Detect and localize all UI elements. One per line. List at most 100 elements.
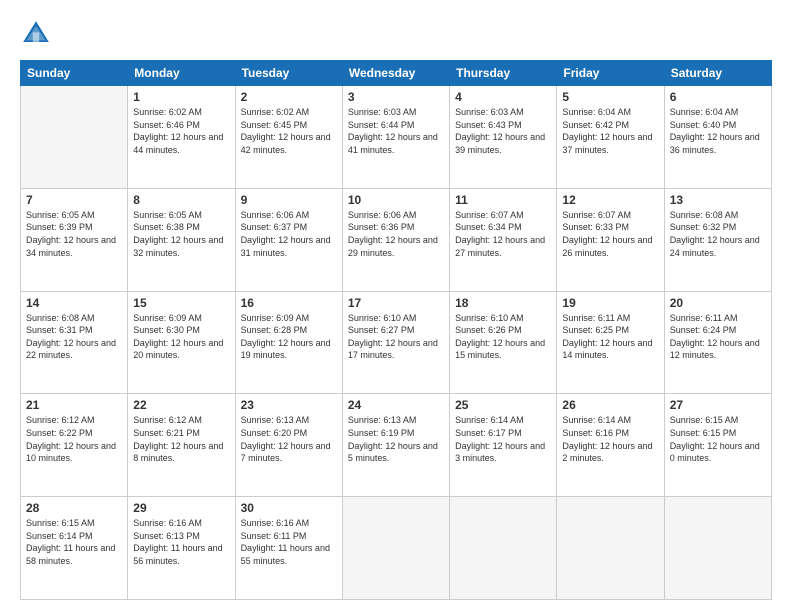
day-info: Sunrise: 6:03 AMSunset: 6:44 PMDaylight:… — [348, 107, 438, 155]
calendar-cell: 28 Sunrise: 6:15 AMSunset: 6:14 PMDaylig… — [21, 497, 128, 600]
day-info: Sunrise: 6:02 AMSunset: 6:46 PMDaylight:… — [133, 107, 223, 155]
calendar-cell: 27 Sunrise: 6:15 AMSunset: 6:15 PMDaylig… — [664, 394, 771, 497]
day-number: 24 — [348, 398, 444, 412]
day-number: 6 — [670, 90, 766, 104]
day-info: Sunrise: 6:10 AMSunset: 6:27 PMDaylight:… — [348, 313, 438, 361]
day-number: 9 — [241, 193, 337, 207]
calendar-cell — [664, 497, 771, 600]
day-info: Sunrise: 6:15 AMSunset: 6:15 PMDaylight:… — [670, 415, 760, 463]
day-number: 5 — [562, 90, 658, 104]
day-number: 12 — [562, 193, 658, 207]
calendar-cell: 8 Sunrise: 6:05 AMSunset: 6:38 PMDayligh… — [128, 188, 235, 291]
calendar-cell: 24 Sunrise: 6:13 AMSunset: 6:19 PMDaylig… — [342, 394, 449, 497]
day-info: Sunrise: 6:11 AMSunset: 6:25 PMDaylight:… — [562, 313, 652, 361]
day-info: Sunrise: 6:06 AMSunset: 6:36 PMDaylight:… — [348, 210, 438, 258]
weekday-header-saturday: Saturday — [664, 61, 771, 86]
day-info: Sunrise: 6:13 AMSunset: 6:20 PMDaylight:… — [241, 415, 331, 463]
day-number: 14 — [26, 296, 122, 310]
day-info: Sunrise: 6:05 AMSunset: 6:39 PMDaylight:… — [26, 210, 116, 258]
calendar-cell: 21 Sunrise: 6:12 AMSunset: 6:22 PMDaylig… — [21, 394, 128, 497]
calendar-week-4: 21 Sunrise: 6:12 AMSunset: 6:22 PMDaylig… — [21, 394, 772, 497]
day-info: Sunrise: 6:02 AMSunset: 6:45 PMDaylight:… — [241, 107, 331, 155]
calendar-week-2: 7 Sunrise: 6:05 AMSunset: 6:39 PMDayligh… — [21, 188, 772, 291]
calendar-cell: 22 Sunrise: 6:12 AMSunset: 6:21 PMDaylig… — [128, 394, 235, 497]
calendar-body: 1 Sunrise: 6:02 AMSunset: 6:46 PMDayligh… — [21, 86, 772, 600]
day-number: 8 — [133, 193, 229, 207]
calendar-cell: 13 Sunrise: 6:08 AMSunset: 6:32 PMDaylig… — [664, 188, 771, 291]
calendar-cell: 25 Sunrise: 6:14 AMSunset: 6:17 PMDaylig… — [450, 394, 557, 497]
day-info: Sunrise: 6:15 AMSunset: 6:14 PMDaylight:… — [26, 518, 115, 566]
day-number: 13 — [670, 193, 766, 207]
calendar-cell: 12 Sunrise: 6:07 AMSunset: 6:33 PMDaylig… — [557, 188, 664, 291]
calendar-cell: 11 Sunrise: 6:07 AMSunset: 6:34 PMDaylig… — [450, 188, 557, 291]
day-info: Sunrise: 6:03 AMSunset: 6:43 PMDaylight:… — [455, 107, 545, 155]
day-number: 30 — [241, 501, 337, 515]
calendar-week-1: 1 Sunrise: 6:02 AMSunset: 6:46 PMDayligh… — [21, 86, 772, 189]
calendar-week-3: 14 Sunrise: 6:08 AMSunset: 6:31 PMDaylig… — [21, 291, 772, 394]
weekday-header-tuesday: Tuesday — [235, 61, 342, 86]
day-number: 11 — [455, 193, 551, 207]
day-info: Sunrise: 6:04 AMSunset: 6:42 PMDaylight:… — [562, 107, 652, 155]
calendar-cell: 10 Sunrise: 6:06 AMSunset: 6:36 PMDaylig… — [342, 188, 449, 291]
day-info: Sunrise: 6:16 AMSunset: 6:11 PMDaylight:… — [241, 518, 330, 566]
day-number: 21 — [26, 398, 122, 412]
day-number: 16 — [241, 296, 337, 310]
day-info: Sunrise: 6:09 AMSunset: 6:28 PMDaylight:… — [241, 313, 331, 361]
day-number: 27 — [670, 398, 766, 412]
calendar-week-5: 28 Sunrise: 6:15 AMSunset: 6:14 PMDaylig… — [21, 497, 772, 600]
logo — [20, 18, 56, 50]
calendar-cell: 4 Sunrise: 6:03 AMSunset: 6:43 PMDayligh… — [450, 86, 557, 189]
day-info: Sunrise: 6:07 AMSunset: 6:34 PMDaylight:… — [455, 210, 545, 258]
day-number: 2 — [241, 90, 337, 104]
day-number: 18 — [455, 296, 551, 310]
calendar-table: SundayMondayTuesdayWednesdayThursdayFrid… — [20, 60, 772, 600]
day-info: Sunrise: 6:12 AMSunset: 6:21 PMDaylight:… — [133, 415, 223, 463]
day-info: Sunrise: 6:07 AMSunset: 6:33 PMDaylight:… — [562, 210, 652, 258]
day-number: 17 — [348, 296, 444, 310]
day-info: Sunrise: 6:04 AMSunset: 6:40 PMDaylight:… — [670, 107, 760, 155]
weekday-header-monday: Monday — [128, 61, 235, 86]
calendar-cell: 5 Sunrise: 6:04 AMSunset: 6:42 PMDayligh… — [557, 86, 664, 189]
day-number: 26 — [562, 398, 658, 412]
day-number: 10 — [348, 193, 444, 207]
calendar-cell: 30 Sunrise: 6:16 AMSunset: 6:11 PMDaylig… — [235, 497, 342, 600]
calendar-cell: 20 Sunrise: 6:11 AMSunset: 6:24 PMDaylig… — [664, 291, 771, 394]
day-number: 28 — [26, 501, 122, 515]
day-info: Sunrise: 6:06 AMSunset: 6:37 PMDaylight:… — [241, 210, 331, 258]
page: SundayMondayTuesdayWednesdayThursdayFrid… — [0, 0, 792, 612]
calendar-cell — [342, 497, 449, 600]
weekday-header-sunday: Sunday — [21, 61, 128, 86]
calendar-cell: 17 Sunrise: 6:10 AMSunset: 6:27 PMDaylig… — [342, 291, 449, 394]
calendar-cell: 26 Sunrise: 6:14 AMSunset: 6:16 PMDaylig… — [557, 394, 664, 497]
day-number: 1 — [133, 90, 229, 104]
day-info: Sunrise: 6:11 AMSunset: 6:24 PMDaylight:… — [670, 313, 760, 361]
calendar-cell: 14 Sunrise: 6:08 AMSunset: 6:31 PMDaylig… — [21, 291, 128, 394]
calendar-cell: 15 Sunrise: 6:09 AMSunset: 6:30 PMDaylig… — [128, 291, 235, 394]
header — [20, 18, 772, 50]
weekday-row: SundayMondayTuesdayWednesdayThursdayFrid… — [21, 61, 772, 86]
day-number: 20 — [670, 296, 766, 310]
day-info: Sunrise: 6:10 AMSunset: 6:26 PMDaylight:… — [455, 313, 545, 361]
calendar-cell: 3 Sunrise: 6:03 AMSunset: 6:44 PMDayligh… — [342, 86, 449, 189]
day-info: Sunrise: 6:13 AMSunset: 6:19 PMDaylight:… — [348, 415, 438, 463]
calendar-cell: 29 Sunrise: 6:16 AMSunset: 6:13 PMDaylig… — [128, 497, 235, 600]
calendar-cell — [450, 497, 557, 600]
calendar-cell — [21, 86, 128, 189]
day-info: Sunrise: 6:08 AMSunset: 6:31 PMDaylight:… — [26, 313, 116, 361]
weekday-header-wednesday: Wednesday — [342, 61, 449, 86]
calendar-cell: 16 Sunrise: 6:09 AMSunset: 6:28 PMDaylig… — [235, 291, 342, 394]
calendar-cell: 19 Sunrise: 6:11 AMSunset: 6:25 PMDaylig… — [557, 291, 664, 394]
day-number: 19 — [562, 296, 658, 310]
weekday-header-thursday: Thursday — [450, 61, 557, 86]
calendar-cell: 9 Sunrise: 6:06 AMSunset: 6:37 PMDayligh… — [235, 188, 342, 291]
calendar-header: SundayMondayTuesdayWednesdayThursdayFrid… — [21, 61, 772, 86]
day-number: 15 — [133, 296, 229, 310]
day-info: Sunrise: 6:09 AMSunset: 6:30 PMDaylight:… — [133, 313, 223, 361]
day-number: 22 — [133, 398, 229, 412]
calendar-cell: 6 Sunrise: 6:04 AMSunset: 6:40 PMDayligh… — [664, 86, 771, 189]
day-info: Sunrise: 6:12 AMSunset: 6:22 PMDaylight:… — [26, 415, 116, 463]
weekday-header-friday: Friday — [557, 61, 664, 86]
day-number: 25 — [455, 398, 551, 412]
day-number: 23 — [241, 398, 337, 412]
day-info: Sunrise: 6:14 AMSunset: 6:17 PMDaylight:… — [455, 415, 545, 463]
